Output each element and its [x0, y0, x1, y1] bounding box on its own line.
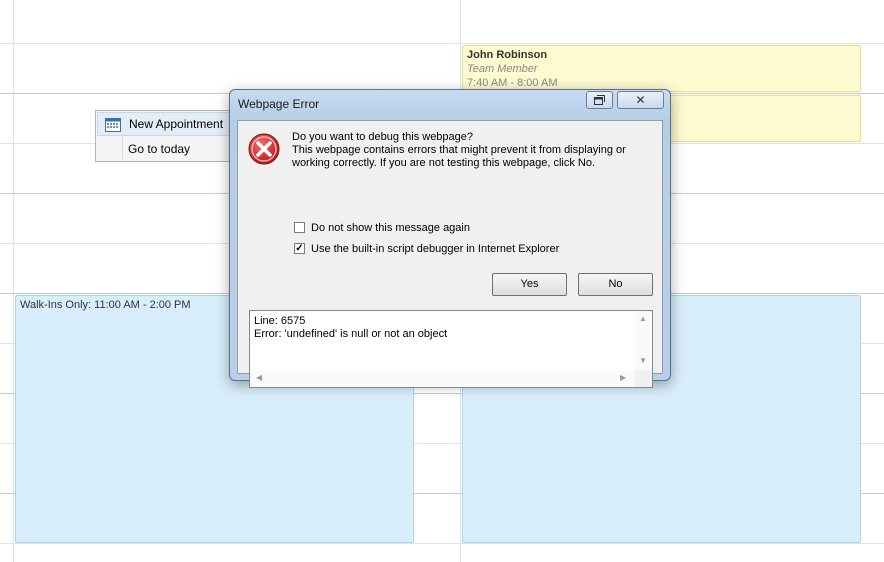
- appointment-time: 7:40 AM - 8:00 AM: [467, 77, 558, 89]
- dialog-body: Do you want to debug this webpage? This …: [237, 120, 663, 388]
- vertical-scrollbar[interactable]: ▲ ▼: [635, 311, 652, 370]
- checkbox-label: Do not show this message again: [311, 222, 470, 234]
- error-description: This webpage contains errors that might …: [292, 144, 626, 169]
- calendar-icon: [105, 117, 121, 139]
- no-button[interactable]: No: [578, 273, 653, 296]
- menu-item-go-to-today[interactable]: Go to today: [96, 137, 244, 162]
- webpage-error-dialog: Webpage Error ✕ Do you want to debug thi…: [229, 89, 671, 388]
- dont-show-again-checkbox[interactable]: [294, 221, 305, 233]
- use-debugger-option[interactable]: ✓ Use the built-in script debugger in Int…: [294, 242, 559, 256]
- time-slot-line: [0, 43, 884, 44]
- menu-item-new-appointment[interactable]: New Appointment: [97, 112, 243, 136]
- error-details-text: Line: 6575 Error: 'undefined' is null or…: [254, 315, 447, 341]
- error-icon: [248, 133, 280, 168]
- dialog-title: Webpage Error: [238, 97, 320, 111]
- scrollbar-corner: [635, 370, 652, 387]
- time-slot-line: [0, 543, 884, 544]
- scroll-up-icon[interactable]: ▲: [639, 314, 647, 323]
- close-button[interactable]: ✕: [617, 91, 664, 109]
- menu-item-label: Go to today: [128, 142, 191, 156]
- error-text: Error: 'undefined' is null or not an obj…: [254, 328, 448, 340]
- error-line: Line: 6575: [254, 315, 306, 327]
- scroll-down-icon[interactable]: ▼: [639, 356, 647, 365]
- appointment-name: John Robinson: [467, 49, 548, 61]
- debug-question: Do you want to debug this webpage?: [292, 131, 474, 143]
- use-debugger-checkbox[interactable]: ✓: [294, 242, 305, 254]
- scroll-left-icon[interactable]: ◀: [256, 373, 262, 382]
- error-message: Do you want to debug this webpage? This …: [292, 131, 652, 170]
- appointment-card[interactable]: John Robinson Team Member 7:40 AM - 8:00…: [462, 45, 861, 92]
- restore-icon: [594, 94, 605, 108]
- restore-button[interactable]: [586, 91, 613, 109]
- walk-ins-label: Walk-Ins Only: 11:00 AM - 2:00 PM: [20, 299, 191, 311]
- horizontal-scrollbar[interactable]: ◀ ▶: [250, 370, 635, 387]
- appointment-role: Team Member: [467, 63, 538, 75]
- menu-item-label: New Appointment: [129, 117, 224, 131]
- error-details-box[interactable]: Line: 6575 Error: 'undefined' is null or…: [249, 310, 653, 388]
- dont-show-again-option[interactable]: Do not show this message again: [294, 221, 470, 235]
- scroll-right-icon[interactable]: ▶: [620, 373, 626, 382]
- yes-button[interactable]: Yes: [492, 273, 567, 296]
- day-divider: [13, 0, 14, 562]
- checkbox-label: Use the built-in script debugger in Inte…: [311, 243, 560, 255]
- close-icon: ✕: [635, 93, 646, 107]
- context-menu: New Appointment Go to today: [95, 110, 245, 162]
